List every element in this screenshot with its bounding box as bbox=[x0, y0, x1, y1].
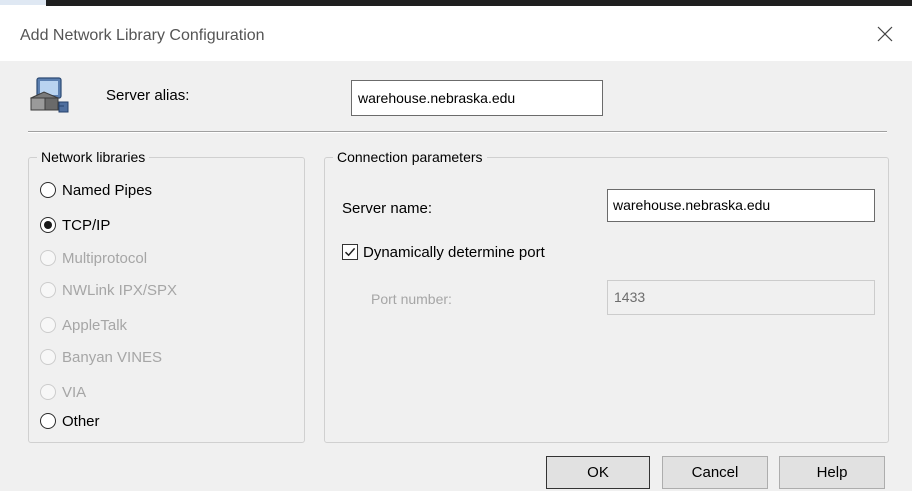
radio-tcp-ip[interactable]: TCP/IP bbox=[40, 213, 110, 237]
close-icon bbox=[877, 26, 893, 42]
help-button[interactable]: Help bbox=[779, 456, 885, 489]
radio-via: VIA bbox=[40, 380, 86, 404]
server-network-icon bbox=[29, 77, 69, 113]
radio-label: Banyan VINES bbox=[62, 348, 163, 366]
radio-label: AppleTalk bbox=[62, 316, 128, 334]
radio-icon bbox=[40, 413, 56, 429]
server-alias-input[interactable]: warehouse.nebraska.edu bbox=[351, 80, 603, 116]
radio-other[interactable]: Other bbox=[40, 409, 100, 433]
ok-button[interactable]: OK bbox=[546, 456, 650, 489]
connection-parameters-title: Connection parameters bbox=[333, 148, 487, 166]
radio-label: Multiprotocol bbox=[62, 249, 148, 267]
radio-named-pipes[interactable]: Named Pipes bbox=[40, 178, 152, 202]
server-name-input[interactable]: warehouse.nebraska.edu bbox=[607, 189, 875, 222]
server-name-label: Server name: bbox=[342, 200, 433, 217]
taskbar-bar bbox=[46, 0, 912, 6]
network-libraries-group: Network libraries Named Pipes TCP/IP Mul… bbox=[28, 148, 305, 443]
radio-nwlink-ipx-spx: NWLink IPX/SPX bbox=[40, 278, 177, 302]
dynamic-port-checkbox[interactable]: Dynamically determine port bbox=[342, 241, 545, 263]
checkbox-checked-icon bbox=[342, 244, 358, 260]
separator-highlight bbox=[28, 132, 887, 133]
radio-appletalk: AppleTalk bbox=[40, 313, 127, 337]
radio-checked-icon bbox=[40, 217, 56, 233]
dynamic-port-label: Dynamically determine port bbox=[363, 243, 545, 261]
dialog-title: Add Network Library Configuration bbox=[20, 27, 265, 44]
radio-label: Named Pipes bbox=[62, 181, 153, 199]
radio-multiprotocol: Multiprotocol bbox=[40, 246, 147, 270]
dialog-window: Add Network Library Configuration Server… bbox=[0, 0, 912, 491]
radio-label: NWLink IPX/SPX bbox=[62, 281, 178, 299]
close-button[interactable] bbox=[874, 23, 896, 45]
radio-label: Other bbox=[62, 412, 100, 430]
radio-icon bbox=[40, 317, 56, 333]
taskbar-strip bbox=[0, 0, 912, 9]
radio-icon bbox=[40, 349, 56, 365]
radio-label: TCP/IP bbox=[62, 216, 111, 234]
radio-label: VIA bbox=[62, 383, 87, 401]
cancel-button[interactable]: Cancel bbox=[662, 456, 768, 489]
radio-banyan-vines: Banyan VINES bbox=[40, 345, 162, 369]
radio-icon bbox=[40, 384, 56, 400]
connection-parameters-group: Connection parameters Server name: wareh… bbox=[324, 148, 889, 443]
network-libraries-title: Network libraries bbox=[37, 148, 150, 166]
radio-icon bbox=[40, 282, 56, 298]
radio-icon bbox=[40, 250, 56, 266]
taskbar-tab bbox=[0, 0, 46, 5]
port-number-input: 1433 bbox=[607, 280, 875, 315]
radio-icon bbox=[40, 182, 56, 198]
server-alias-label: Server alias: bbox=[106, 87, 190, 104]
port-number-label: Port number: bbox=[371, 291, 452, 307]
title-bar: Add Network Library Configuration bbox=[0, 9, 912, 61]
